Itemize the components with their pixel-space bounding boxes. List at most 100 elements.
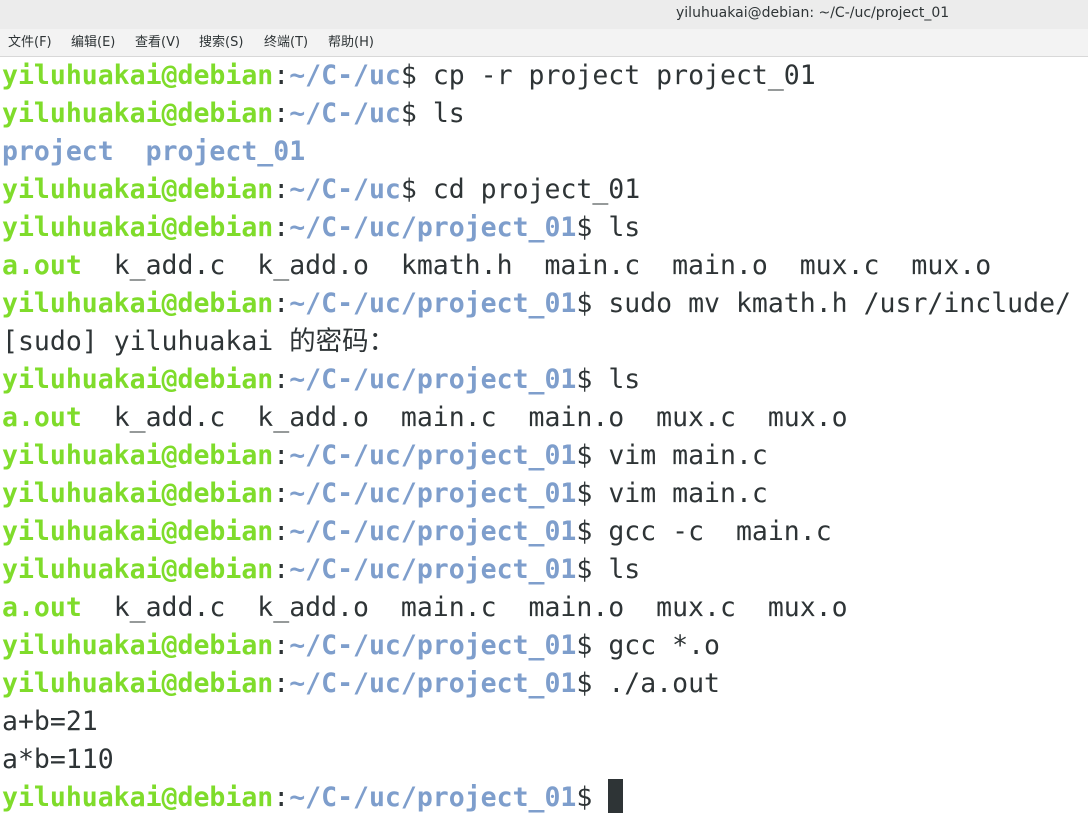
file-list: k_add.c k_add.o kmath.h main.c main.o mu… (81, 250, 992, 281)
output-text: [sudo] yiluhuakai 的密码： (2, 326, 396, 357)
text-cursor (608, 779, 624, 813)
window-title: yiluhuakai@debian: ~/C-/uc/project_01 (676, 5, 950, 21)
prompt-path: ~/C-/uc/project_01 (289, 212, 577, 243)
prompt-user-host: yiluhuakai@debian (2, 554, 274, 585)
command-text: gcc -c main.c (592, 516, 832, 547)
prompt-path: ~/C-/uc/project_01 (289, 440, 577, 471)
terminal-output[interactable]: yiluhuakai@debian:~/C-/uc$ cp -r project… (0, 57, 1088, 821)
file-list: k_add.c k_add.o main.c main.o mux.c mux.… (81, 402, 848, 433)
prompt-colon: : (273, 516, 290, 547)
prompt-path: ~/C-/uc/project_01 (289, 668, 577, 699)
prompt-path: ~/C-/uc/project_01 (289, 288, 577, 319)
prompt-path: ~/C-/uc/project_01 (289, 554, 577, 585)
terminal-line: yiluhuakai@debian:~/C-/uc/project_01$ ls (2, 361, 640, 399)
terminal-line: yiluhuakai@debian:~/C-/uc/project_01$ vi… (2, 475, 768, 513)
terminal-line: yiluhuakai@debian:~/C-/uc/project_01$ ls (2, 209, 640, 247)
exec-entry: a.out (2, 250, 82, 281)
prompt-user-host: yiluhuakai@debian (2, 516, 274, 547)
command-text: ls (416, 98, 465, 129)
dir-entry: project_01 (145, 136, 306, 167)
terminal-line: a.out k_add.c k_add.o kmath.h main.c mai… (2, 247, 991, 285)
menu-terminal[interactable]: 终端(T) (264, 29, 308, 57)
prompt-colon: : (273, 668, 290, 699)
prompt-path: ~/C-/uc/project_01 (289, 782, 577, 813)
prompt-dollar: $ (576, 630, 593, 661)
terminal-line: a.out k_add.c k_add.o main.c main.o mux.… (2, 589, 848, 627)
terminal-line: a.out k_add.c k_add.o main.c main.o mux.… (2, 399, 848, 437)
terminal-line: a+b=21 (2, 703, 98, 741)
prompt-path: ~/C-/uc (289, 60, 401, 91)
title-bar[interactable]: yiluhuakai@debian: ~/C-/uc/project_01 (0, 0, 1088, 29)
command-text (592, 782, 608, 813)
menu-bar: 文件(F) 编辑(E) 查看(V) 搜索(S) 终端(T) 帮助(H) (0, 29, 1088, 57)
prompt-colon: : (273, 554, 290, 585)
prompt-path: ~/C-/uc/project_01 (289, 478, 577, 509)
terminal-line: project project_01 (2, 133, 305, 171)
command-text: ls (592, 212, 641, 243)
terminal-line: yiluhuakai@debian:~/C-/uc/project_01$ gc… (2, 513, 832, 551)
file-list: k_add.c k_add.o main.c main.o mux.c mux.… (81, 592, 848, 623)
prompt-user-host: yiluhuakai@debian (2, 288, 274, 319)
dir-entry: project (2, 136, 114, 167)
prompt-colon: : (273, 60, 290, 91)
prompt-user-host: yiluhuakai@debian (2, 630, 274, 661)
prompt-path: ~/C-/uc/project_01 (289, 516, 577, 547)
prompt-path: ~/C-/uc/project_01 (289, 630, 577, 661)
terminal-line: yiluhuakai@debian:~/C-/uc$ cd project_01 (2, 171, 640, 209)
prompt-dollar: $ (400, 60, 417, 91)
terminal-line: yiluhuakai@debian:~/C-/uc/project_01$ gc… (2, 627, 720, 665)
prompt-user-host: yiluhuakai@debian (2, 668, 274, 699)
prompt-colon: : (273, 782, 290, 813)
prompt-colon: : (273, 174, 290, 205)
menu-edit[interactable]: 编辑(E) (71, 29, 115, 57)
prompt-colon: : (273, 478, 290, 509)
terminal-line: yiluhuakai@debian:~/C-/uc$ cp -r project… (2, 57, 816, 95)
prompt-dollar: $ (400, 174, 417, 205)
exec-entry: a.out (2, 592, 82, 623)
prompt-path: ~/C-/uc/project_01 (289, 364, 577, 395)
command-text: gcc *.o (592, 630, 720, 661)
prompt-colon: : (273, 440, 290, 471)
prompt-colon: : (273, 630, 290, 661)
output-separator (114, 136, 146, 167)
exec-entry: a.out (2, 402, 82, 433)
terminal-line: yiluhuakai@debian:~/C-/uc/project_01$ su… (2, 285, 1071, 323)
prompt-dollar: $ (576, 478, 593, 509)
terminal-line: yiluhuakai@debian:~/C-/uc/project_01$ ls (2, 551, 640, 589)
terminal-line: yiluhuakai@debian:~/C-/uc$ ls (2, 95, 465, 133)
menu-file[interactable]: 文件(F) (8, 29, 52, 57)
terminal-window: yiluhuakai@debian: ~/C-/uc/project_01 文件… (0, 0, 1088, 821)
prompt-colon: : (273, 98, 290, 129)
command-text: ls (592, 554, 641, 585)
prompt-dollar: $ (576, 364, 593, 395)
prompt-dollar: $ (576, 212, 593, 243)
prompt-user-host: yiluhuakai@debian (2, 174, 274, 205)
prompt-dollar: $ (576, 516, 593, 547)
prompt-user-host: yiluhuakai@debian (2, 478, 274, 509)
prompt-user-host: yiluhuakai@debian (2, 98, 274, 129)
command-text: ls (592, 364, 641, 395)
terminal-line: yiluhuakai@debian:~/C-/uc/project_01$ ./… (2, 665, 720, 703)
command-text: cd project_01 (416, 174, 641, 205)
menu-search[interactable]: 搜索(S) (199, 29, 243, 57)
prompt-dollar: $ (576, 668, 593, 699)
command-text: cp -r project project_01 (416, 60, 816, 91)
terminal-line: a*b=110 (2, 741, 114, 779)
output-text: a+b=21 (2, 706, 98, 737)
command-text: sudo mv kmath.h /usr/include/ (592, 288, 1071, 319)
menu-view[interactable]: 查看(V) (135, 29, 180, 57)
terminal-line: yiluhuakai@debian:~/C-/uc/project_01$ vi… (2, 437, 768, 475)
prompt-dollar: $ (576, 554, 593, 585)
prompt-dollar: $ (576, 440, 593, 471)
prompt-colon: : (273, 364, 290, 395)
prompt-dollar: $ (400, 98, 417, 129)
prompt-user-host: yiluhuakai@debian (2, 60, 274, 91)
prompt-path: ~/C-/uc (289, 174, 401, 205)
menu-help[interactable]: 帮助(H) (328, 29, 374, 57)
command-text: vim main.c (592, 440, 768, 471)
prompt-dollar: $ (576, 288, 593, 319)
command-text: ./a.out (592, 668, 720, 699)
terminal-line: yiluhuakai@debian:~/C-/uc/project_01$ (2, 779, 624, 817)
output-text: a*b=110 (2, 744, 114, 775)
terminal-line: [sudo] yiluhuakai 的密码： (2, 323, 395, 361)
